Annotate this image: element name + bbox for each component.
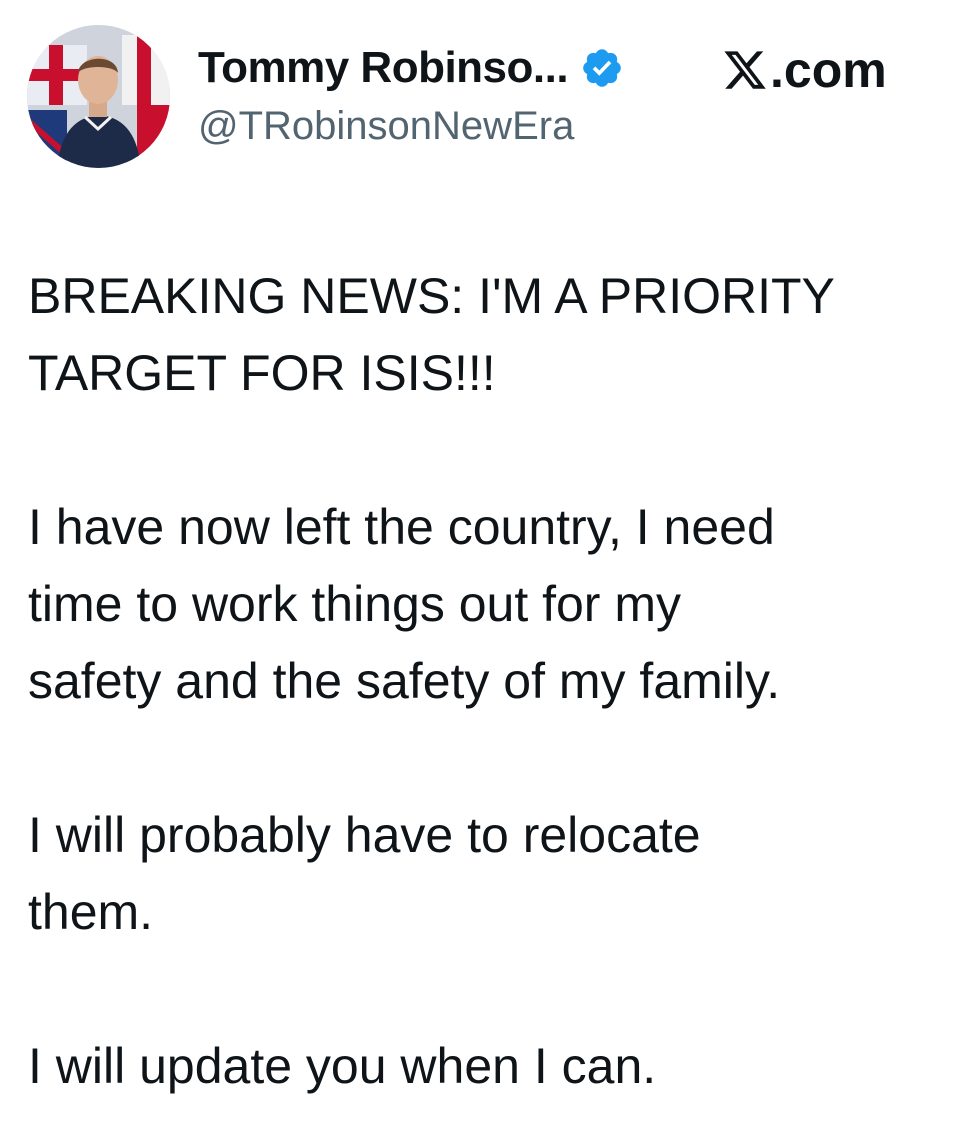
tweet-text: BREAKING NEWS: I'M A PRIORITY TARGET FOR… <box>28 258 938 1105</box>
tweet-paragraph: I will update you when I can. <box>28 1038 657 1094</box>
tweet-paragraph: I have now left the country, I need time… <box>28 499 781 709</box>
avatar-image <box>27 25 170 168</box>
source-label: .com <box>722 40 887 100</box>
x-logo-icon <box>722 47 768 93</box>
author-handle[interactable]: @TRobinsonNewEra <box>198 104 574 149</box>
tweet-paragraph: BREAKING NEWS: I'M A PRIORITY TARGET FOR… <box>28 268 835 401</box>
author-display-name[interactable]: Tommy Robinso... <box>198 43 569 93</box>
source-domain-text: .com <box>770 42 887 98</box>
tweet-paragraph: I will probably have to relocate them. <box>28 807 701 940</box>
verified-badge-icon <box>580 46 624 90</box>
avatar[interactable] <box>27 25 170 168</box>
author-name-row: Tommy Robinso... <box>198 40 624 96</box>
tweet-header: Tommy Robinso... @TRobinsonNewEra .com <box>0 0 959 200</box>
